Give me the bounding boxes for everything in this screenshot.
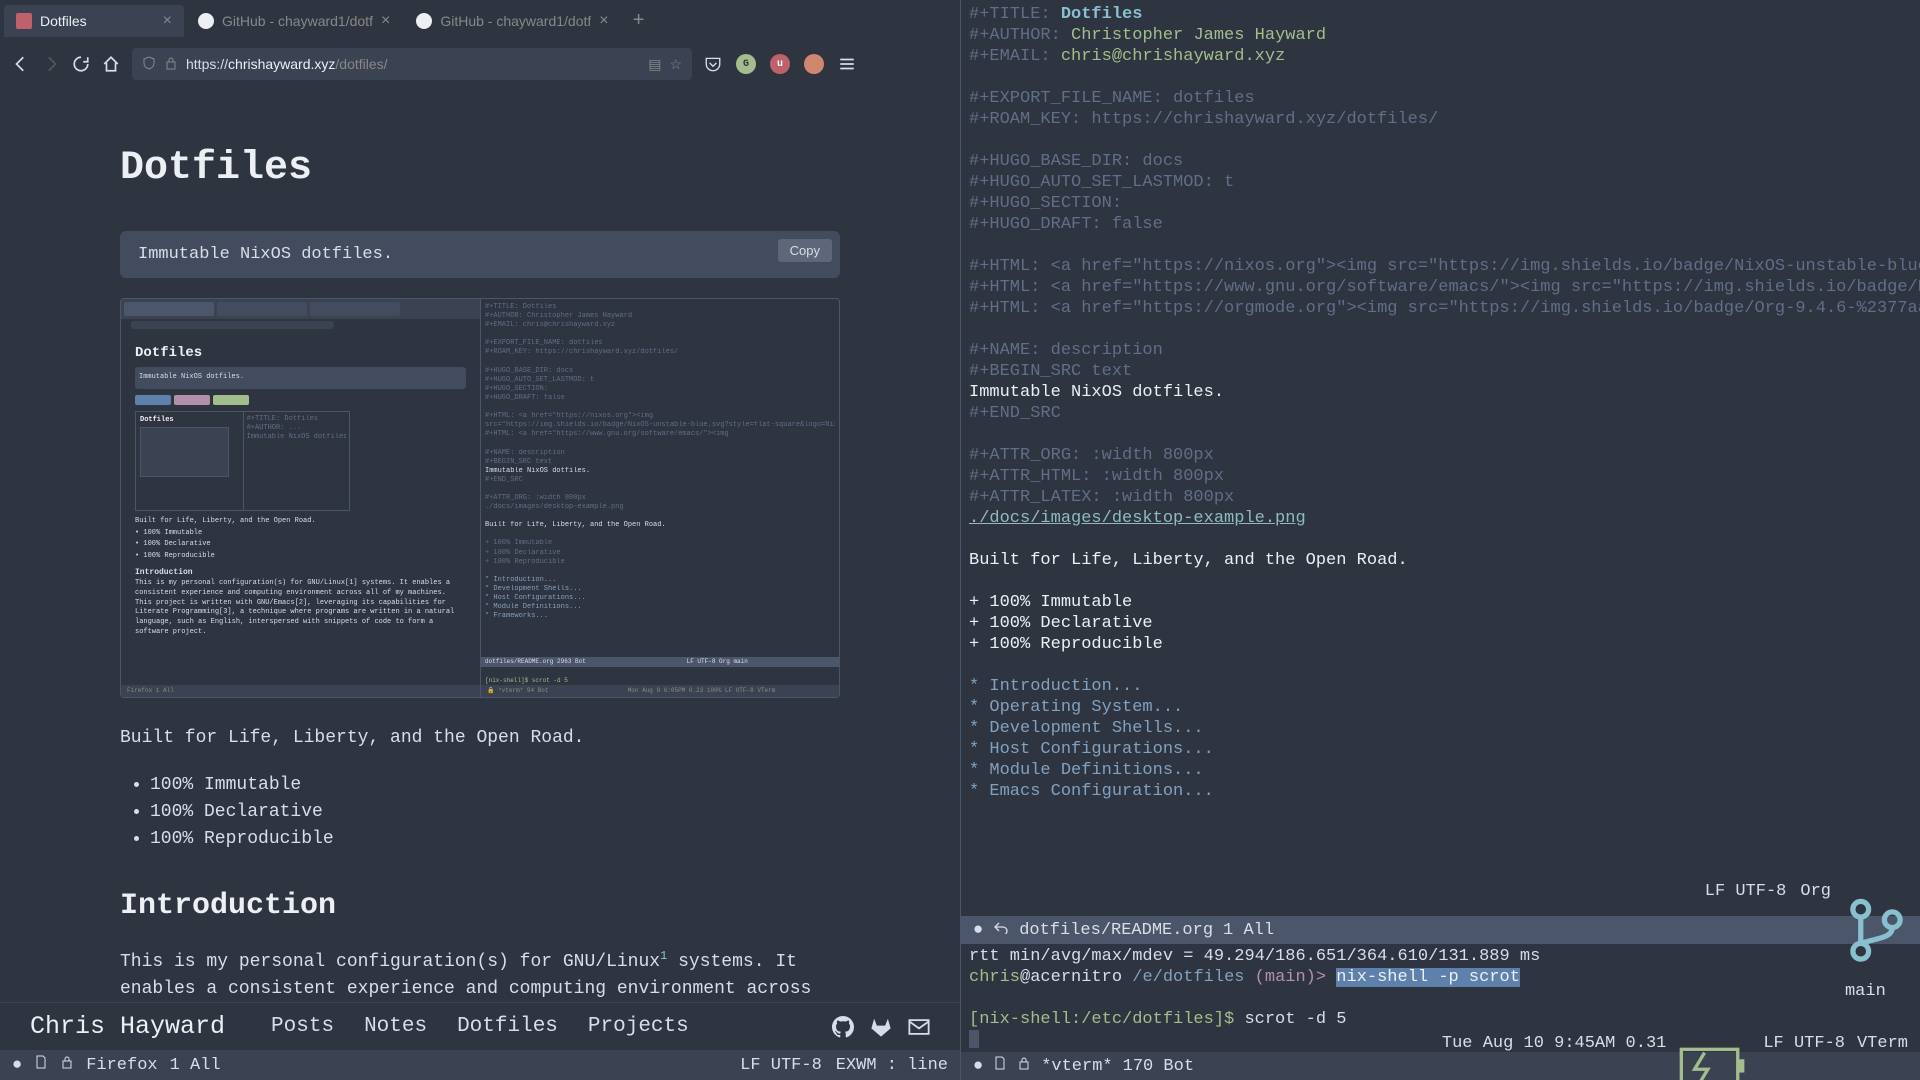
page-title: Dotfiles bbox=[120, 146, 840, 191]
lock-icon bbox=[60, 1055, 74, 1075]
extension-icons: G u bbox=[704, 54, 856, 74]
tab-close-icon[interactable]: × bbox=[163, 12, 172, 30]
shield-icon[interactable] bbox=[142, 56, 156, 73]
favicon-icon bbox=[16, 13, 32, 29]
browser-nav-bar: https://chrishayward.xyz/dotfiles/ ▤ ☆ G… bbox=[0, 42, 960, 86]
battery-icon: 100% bbox=[1678, 1034, 1751, 1080]
tab-close-icon[interactable]: × bbox=[381, 12, 390, 30]
gitlab-icon[interactable] bbox=[870, 1016, 892, 1038]
browser-tab-github-2[interactable]: GitHub - chayward1/dotf × bbox=[404, 5, 620, 37]
site-name[interactable]: Chris Hayward bbox=[30, 1012, 225, 1041]
emacs-modeline-left: ● Firefox 1 All LF UTF-8 EXWM : line bbox=[0, 1050, 960, 1080]
cursor bbox=[969, 1030, 979, 1048]
new-tab-button[interactable]: + bbox=[623, 5, 655, 37]
github-icon bbox=[416, 13, 432, 29]
url-bar[interactable]: https://chrishayward.xyz/dotfiles/ ▤ ☆ bbox=[132, 48, 692, 80]
browser-tab-github-1[interactable]: GitHub - chayward1/dotf × bbox=[186, 5, 402, 37]
intro-heading: Introduction bbox=[120, 889, 840, 923]
encoding: LF UTF-8 bbox=[740, 1056, 822, 1075]
tab-title: Dotfiles bbox=[40, 13, 155, 29]
tab-title: GitHub - chayward1/dotf bbox=[440, 13, 591, 29]
bookmark-icon[interactable]: ☆ bbox=[669, 56, 682, 73]
modeline-circle-icon: ● bbox=[973, 921, 983, 940]
nav-posts[interactable]: Posts bbox=[271, 1015, 334, 1038]
terminal-output: rtt min/avg/max/mdev = 49.294/186.651/36… bbox=[969, 946, 1912, 967]
copy-button[interactable]: Copy bbox=[778, 239, 832, 262]
terminal-prompt: [nix-shell:/etc/dotfiles]$ scrot -d 5 bbox=[969, 1009, 1912, 1030]
menu-icon[interactable] bbox=[838, 55, 856, 73]
buffer-name: Firefox bbox=[86, 1056, 157, 1075]
code-block: Immutable NixOS dotfiles. Copy bbox=[120, 231, 840, 278]
forward-icon[interactable] bbox=[42, 55, 60, 73]
url-text: https://chrishayward.xyz/dotfiles/ bbox=[186, 56, 640, 72]
lock-icon[interactable] bbox=[164, 56, 178, 73]
emacs-modeline-right: ● dotfiles/README.org 1 All LF UTF-8 Org… bbox=[961, 916, 1920, 944]
github-icon[interactable] bbox=[832, 1016, 854, 1038]
tab-close-icon[interactable]: × bbox=[599, 12, 608, 30]
reload-icon[interactable] bbox=[72, 55, 90, 73]
extension-green-icon[interactable]: G bbox=[736, 54, 756, 74]
nav-dotfiles[interactable]: Dotfiles bbox=[457, 1015, 558, 1038]
reader-icon[interactable]: ▤ bbox=[648, 56, 661, 73]
list-item: 100% Reproducible bbox=[150, 826, 840, 853]
browser-tab-dotfiles[interactable]: Dotfiles × bbox=[4, 5, 184, 37]
feature-list: 100% Immutable 100% Declarative 100% Rep… bbox=[120, 772, 840, 853]
terminal-output bbox=[969, 988, 1912, 1009]
terminal-prompt: chris@acernitro /e/dotfiles (main)> nix-… bbox=[969, 967, 1912, 988]
ublock-icon[interactable]: u bbox=[770, 54, 790, 74]
major-mode: VTerm bbox=[1857, 1034, 1908, 1080]
desktop-screenshot-preview: Dotfiles Immutable NixOS dotfiles. Dotfi… bbox=[120, 298, 840, 698]
home-icon[interactable] bbox=[102, 55, 120, 73]
file-path: dotfiles/README.org bbox=[1019, 921, 1213, 940]
position: 170 Bot bbox=[1123, 1057, 1194, 1076]
nav-notes[interactable]: Notes bbox=[364, 1015, 427, 1038]
major-mode: EXWM : line bbox=[836, 1056, 948, 1075]
github-icon bbox=[198, 13, 214, 29]
position: 1 All bbox=[1223, 921, 1274, 940]
emacs-editor[interactable]: #+TITLE: Dotfiles#+AUTHOR: Christopher J… bbox=[961, 0, 1920, 916]
back-icon[interactable] bbox=[12, 55, 30, 73]
encoding: LF UTF-8 bbox=[1763, 1034, 1845, 1080]
lock-icon bbox=[1017, 1056, 1031, 1076]
extension-orange-icon[interactable] bbox=[804, 54, 824, 74]
buffer-name: *vterm* bbox=[1041, 1057, 1112, 1076]
list-item: 100% Declarative bbox=[150, 799, 840, 826]
emacs-modeline-vterm: ● *vterm* 170 Bot Tue Aug 10 9:45AM 0.31… bbox=[961, 1052, 1920, 1080]
file-icon bbox=[34, 1055, 48, 1075]
site-nav: Chris Hayward Posts Notes Dotfiles Proje… bbox=[0, 1002, 960, 1050]
tagline: Built for Life, Liberty, and the Open Ro… bbox=[120, 728, 840, 748]
undo-icon bbox=[993, 920, 1009, 940]
email-icon[interactable] bbox=[908, 1016, 930, 1038]
browser-tab-bar: Dotfiles × GitHub - chayward1/dotf × Git… bbox=[0, 0, 960, 42]
intro-body: This is my personal configuration(s) for… bbox=[120, 947, 840, 1002]
list-item: 100% Immutable bbox=[150, 772, 840, 799]
tab-title: GitHub - chayward1/dotf bbox=[222, 13, 373, 29]
page-content[interactable]: Dotfiles Immutable NixOS dotfiles. Copy … bbox=[0, 86, 960, 1002]
time: Tue Aug 10 9:45AM 0.31 bbox=[1442, 1034, 1666, 1080]
modeline-circle-icon: ● bbox=[12, 1056, 22, 1075]
file-icon bbox=[993, 1056, 1007, 1076]
nav-projects[interactable]: Projects bbox=[588, 1015, 689, 1038]
pocket-icon[interactable] bbox=[704, 55, 722, 73]
modeline-circle-icon: ● bbox=[973, 1057, 983, 1076]
position: 1 All bbox=[170, 1056, 221, 1075]
